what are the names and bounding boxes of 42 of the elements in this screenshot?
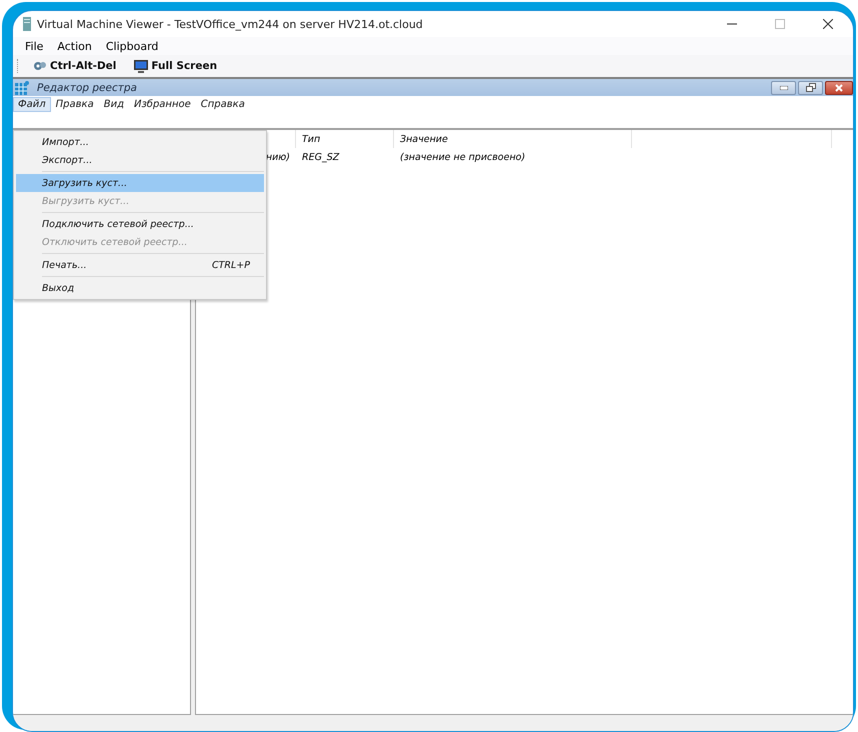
menu-label: Выход — [42, 282, 74, 294]
window-title: Virtual Machine Viewer - TestVOffice_vm244 on server HV214.ot.cloud — [37, 18, 424, 30]
menu-item[interactable]: Импорт... — [16, 133, 264, 151]
registry-icon — [15, 80, 29, 94]
close-button[interactable] — [825, 80, 853, 94]
shortcut-label: CTRL+P — [212, 260, 250, 270]
table-cell-text: (значение не присвоено) — [399, 152, 526, 162]
menu-item[interactable]: Выход — [16, 279, 264, 297]
restore-button[interactable] — [798, 80, 823, 94]
menu-item[interactable]: Справка — [196, 96, 250, 112]
column-header[interactable]: Значение — [394, 130, 632, 148]
menu-label: Подключить сетевой реестр... — [42, 218, 194, 230]
menu-item[interactable]: Печать... CTRL+P — [16, 256, 264, 274]
menu-item[interactable]: Загрузить куст... — [16, 174, 264, 192]
menu-label: Выгрузить куст... — [42, 196, 130, 206]
menu-item[interactable]: Экспорт... — [16, 151, 264, 169]
menu-item[interactable]: Clipboard — [106, 40, 158, 52]
menu-item[interactable]: Правка — [50, 96, 99, 112]
menu-item[interactable]: File — [25, 40, 44, 52]
toolbar-button[interactable]: Ctrl-Alt-Del — [29, 60, 120, 72]
monitor-icon — [134, 60, 148, 72]
toolbar-button[interactable]: Full Screen — [130, 60, 222, 72]
minimize-button[interactable] — [771, 80, 796, 94]
menu-label: Печать... — [42, 260, 87, 270]
menu-item[interactable]: Подключить сетевой реестр... — [16, 215, 264, 233]
menu-item[interactable]: Избранное — [128, 96, 196, 112]
menu-label: Загрузить куст... — [42, 178, 128, 188]
table-cell-text: REG_SZ — [301, 152, 340, 162]
close-icon — [835, 84, 843, 92]
minimize-icon — [780, 86, 788, 90]
app-icon — [23, 17, 31, 31]
menu-item[interactable]: Action — [57, 40, 92, 52]
menu-label: Отключить сетевой реестр... — [42, 236, 188, 248]
table-cell-text: нию) — [264, 152, 291, 162]
column-header[interactable]: Тип — [296, 130, 394, 148]
close-icon[interactable] — [823, 19, 833, 29]
menu-label: Импорт... — [42, 136, 89, 148]
menu-item[interactable]: Вид — [98, 96, 129, 112]
menu-item[interactable]: Файл — [13, 96, 51, 112]
window-title: Редактор реестра — [37, 82, 138, 94]
menu-label: Экспорт... — [42, 154, 92, 166]
restore-icon — [806, 83, 816, 92]
